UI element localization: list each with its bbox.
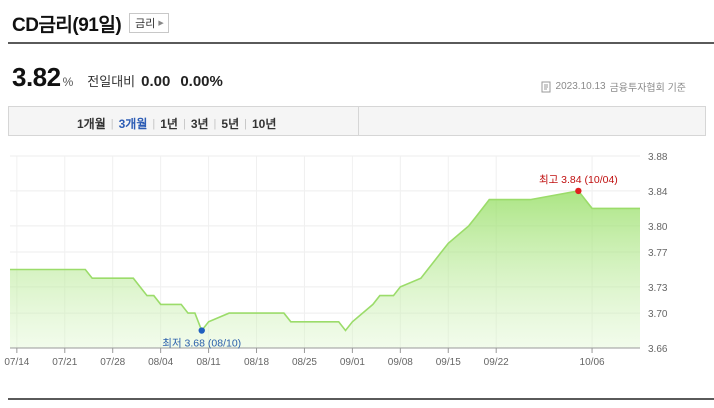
- max-point-marker: [575, 187, 582, 195]
- rate-category-tag[interactable]: 금리 ▶: [129, 13, 169, 33]
- tab-separator: |: [152, 117, 156, 130]
- x-tick-label: 09/01: [340, 357, 365, 368]
- source-info: 2023.10.13 금융투자협회 기준: [541, 79, 686, 94]
- tab-10-years[interactable]: 10년: [252, 115, 276, 132]
- quote-summary: 3.82 % 전일대비 0.00 0.00%: [12, 62, 223, 93]
- area-fill: [10, 190, 640, 348]
- header-divider: [8, 42, 714, 44]
- max-point-label: 최고 3.84 (10/04): [539, 174, 618, 186]
- chevron-right-icon: ▶: [158, 20, 164, 27]
- x-tick-label: 09/22: [484, 357, 509, 368]
- x-tick-label: 09/15: [436, 357, 461, 368]
- y-tick-label: 3.66: [648, 344, 668, 355]
- tab-separator: |: [182, 117, 186, 130]
- min-point-label: 최저 3.68 (08/10): [162, 338, 241, 350]
- y-tick-label: 3.80: [648, 222, 668, 233]
- tab-separator: |: [244, 117, 247, 130]
- y-tick-label: 3.84: [648, 187, 668, 198]
- x-tick-label: 08/18: [244, 357, 269, 368]
- source-provider: 금융투자협회 기준: [609, 83, 686, 94]
- x-tick-label: 07/14: [4, 357, 29, 368]
- tab-separator: |: [213, 117, 217, 130]
- tab-3-years[interactable]: 3년: [191, 115, 209, 132]
- x-tick-label: 09/08: [388, 357, 413, 368]
- y-tick-label: 3.73: [648, 283, 668, 294]
- rate-chart: 3.88 3.84 3.80 3.77 3.73 3.70 3.66 07/14 07/21 07…: [4, 152, 668, 368]
- footer-divider: [8, 398, 714, 400]
- source-date: 2023.10.13: [555, 81, 606, 92]
- value-unit: %: [62, 75, 74, 89]
- tab-bar-divider: [358, 107, 359, 135]
- change-percent: 0.00%: [180, 73, 223, 90]
- header: CD금리(91일) 금리 ▶: [12, 8, 169, 38]
- x-tick-label: 07/21: [52, 357, 77, 368]
- tab-3-months[interactable]: 3개월: [119, 115, 148, 132]
- period-tabs: 1개월 | 3개월 | 1년 | 3년 | 5년 | 10년: [8, 106, 706, 136]
- change-value: 0.00: [141, 73, 171, 90]
- change-label: 전일대비: [87, 74, 136, 89]
- y-tick-label: 3.88: [648, 152, 668, 163]
- rate-category-label: 금리: [135, 18, 156, 30]
- tab-1-month[interactable]: 1개월: [77, 115, 106, 132]
- tab-5-years[interactable]: 5년: [221, 115, 239, 132]
- page-title: CD금리(91일): [12, 14, 122, 36]
- x-tick-label: 07/28: [100, 357, 125, 368]
- y-tick-label: 3.77: [648, 248, 668, 259]
- min-point-marker: [198, 327, 205, 334]
- current-value: 3.82: [12, 62, 61, 92]
- x-tick-label: 08/25: [292, 357, 317, 368]
- document-icon: [541, 81, 552, 93]
- tab-1-year[interactable]: 1년: [160, 115, 178, 132]
- x-tick-label: 08/04: [148, 357, 173, 368]
- period-tab-list: 1개월 | 3개월 | 1년 | 3년 | 5년 | 10년: [77, 115, 276, 132]
- x-tick-label: 10/06: [580, 357, 605, 368]
- x-tick-label: 08/11: [196, 357, 221, 368]
- tab-separator: |: [110, 117, 114, 130]
- y-tick-label: 3.70: [648, 309, 668, 320]
